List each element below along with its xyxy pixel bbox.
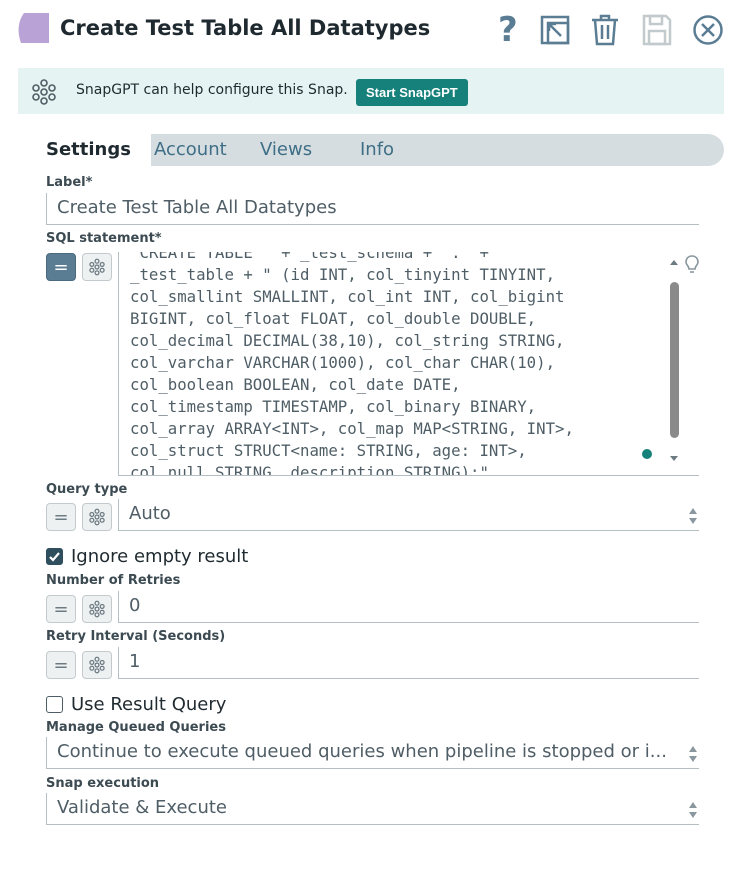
sql-scrollbar-thumb[interactable] [670,282,679,438]
sql-line: col_null STRING, description STRING);" [130,463,489,476]
sql-expression-toggle[interactable]: = [46,253,76,281]
sql-line: col_decimal DECIMAL(38,10), col_string S… [130,331,565,350]
manage-queued-queries-label: Manage Queued Queries [46,720,226,735]
snap-header: Create Test Table All Datatypes ? [0,0,742,62]
snapgpt-bar: SnapGPT can help configure this Snap. St… [18,68,724,114]
label-field-label: Label* [46,175,93,190]
retry-interval-snapgpt-button[interactable] [82,651,112,679]
status-dot-icon [642,449,652,459]
query-type-expression-toggle[interactable]: = [46,503,76,531]
help-icon[interactable]: ? [490,10,526,50]
tab-settings[interactable]: Settings [18,134,151,166]
query-type-snapgpt-button[interactable] [82,503,112,531]
snapgpt-icon [89,600,105,618]
manage-queued-queries-value: Continue to execute queued queries when … [57,741,667,762]
sql-line: col_smallint SMALLINT, col_int INT, col_… [130,287,565,306]
ignore-empty-result-label: Ignore empty result [71,545,249,567]
retries-expression-toggle[interactable]: = [46,595,76,623]
close-icon[interactable] [690,10,726,50]
sql-line: "CREATE TABLE " + _test_schema + "." + [130,252,489,262]
delete-icon[interactable] [587,10,623,50]
snap-execution-select[interactable]: Validate & Execute [46,793,699,825]
save-icon[interactable] [639,10,675,50]
snap-execution-value: Validate & Execute [57,797,227,818]
retry-interval-expression-toggle[interactable]: = [46,651,76,679]
svg-text:?: ? [498,13,518,47]
ignore-empty-result-row: Ignore empty result [46,544,248,568]
select-arrows-icon [689,508,697,524]
lightbulb-icon[interactable] [684,254,700,276]
sql-line: _test_table + " (id INT, col_tinyint TIN… [130,265,556,284]
number-of-retries-input[interactable]: 0 [118,591,699,623]
export-icon[interactable] [537,10,573,50]
sql-statement-text: "CREATE TABLE " + _test_schema + "." + _t… [130,252,666,476]
sql-snapgpt-button[interactable] [82,253,112,281]
snap-execution-label: Snap execution [46,776,160,791]
select-arrows-icon [689,802,697,818]
sql-statement-editor[interactable]: "CREATE TABLE " + _test_schema + "." + _t… [118,252,699,476]
snapgpt-icon [89,508,105,526]
sql-line: BIGINT, col_float FLOAT, col_double DOUB… [130,309,537,328]
snapgpt-icon [32,79,56,105]
sql-line: col_varchar VARCHAR(1000), col_char CHAR… [130,353,556,372]
retry-interval-label: Retry Interval (Seconds) [46,629,226,644]
sql-line: col_boolean BOOLEAN, col_date DATE, [130,375,461,394]
query-type-value: Auto [129,503,171,524]
snap-title: Create Test Table All Datatypes [60,16,431,40]
tab-views[interactable]: Views [260,134,312,166]
snapgpt-message: SnapGPT can help configure this Snap. [76,82,348,98]
label-input[interactable]: Create Test Table All Datatypes [46,193,699,225]
select-arrows-icon [689,746,697,762]
sql-line: col_timestamp TIMESTAMP, col_binary BINA… [130,397,537,416]
snapgpt-icon [89,258,105,276]
retry-interval-input[interactable]: 1 [118,647,699,679]
sql-statement-label: SQL statement* [46,231,162,246]
use-result-query-checkbox[interactable] [46,695,63,713]
settings-tabs: Settings Account Views Info [18,134,724,166]
manage-queued-queries-select[interactable]: Continue to execute queued queries when … [46,737,699,769]
snap-type-icon [18,13,49,43]
retries-snapgpt-button[interactable] [82,595,112,623]
sql-line: col_array ARRAY<INT>, col_map MAP<STRING… [130,419,574,438]
tab-account[interactable]: Account [154,134,227,166]
scroll-down-arrow[interactable] [668,454,680,464]
tab-info[interactable]: Info [360,134,394,166]
use-result-query-row: Use Result Query [46,692,226,716]
use-result-query-label: Use Result Query [71,693,227,715]
query-type-label: Query type [46,482,128,497]
number-of-retries-label: Number of Retries [46,573,181,588]
checkmark-icon [49,551,60,562]
snapgpt-icon [89,656,105,674]
start-snapgpt-button[interactable]: Start SnapGPT [356,79,468,106]
scroll-up-arrow[interactable] [668,257,680,267]
query-type-select[interactable]: Auto [118,499,699,531]
sql-line: col_struct STRUCT<name: STRING, age: INT… [130,441,527,460]
ignore-empty-result-checkbox[interactable] [46,547,63,565]
